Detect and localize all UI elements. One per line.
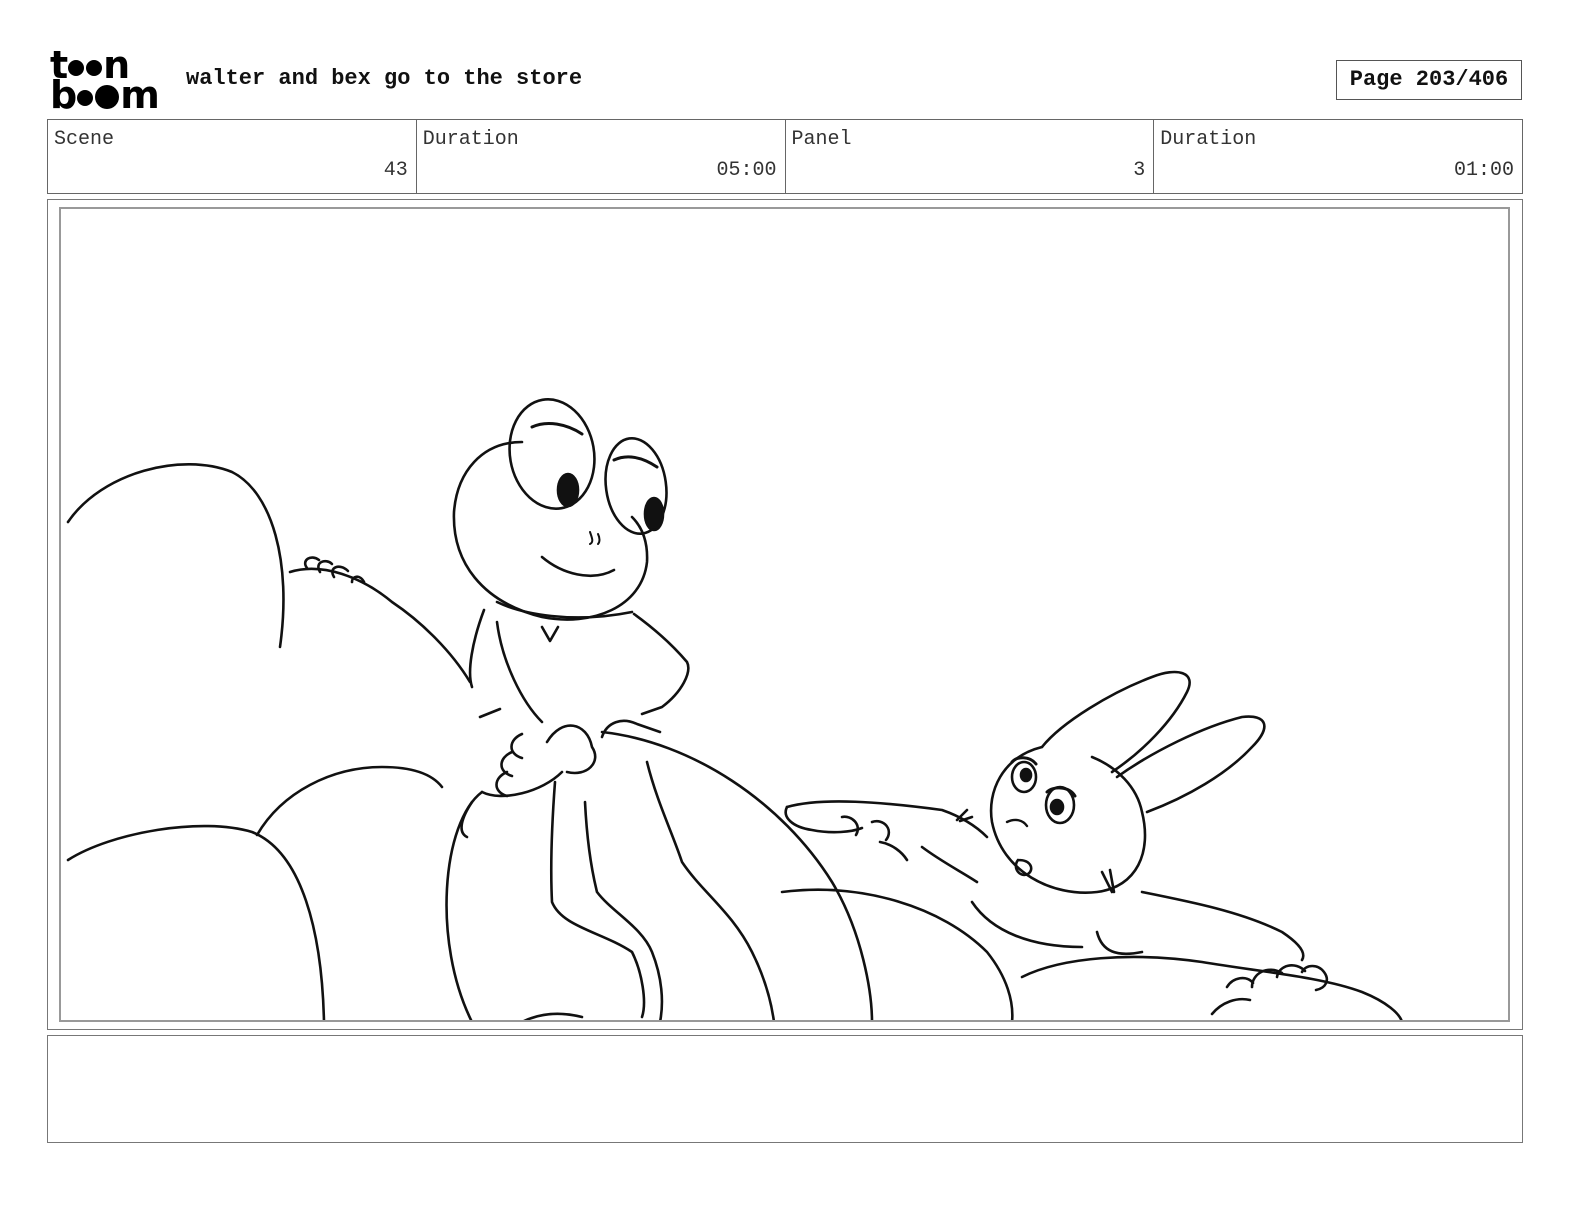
panel-value: 3	[1133, 159, 1146, 182]
storyboard-panel	[59, 207, 1510, 1022]
page-number: Page 203/406	[1336, 60, 1522, 100]
scene-duration-value: 05:00	[716, 159, 777, 182]
toonboom-logo: tn bm	[50, 43, 160, 117]
project-title: walter and bex go to the store	[186, 66, 583, 91]
scene-info-table: Scene 43 Duration 05:00 Panel 3 Duration…	[47, 119, 1523, 194]
cloud-shapes	[66, 463, 1403, 1020]
scene-duration-label: Duration	[422, 128, 519, 151]
panel-duration-label: Duration	[1160, 128, 1257, 151]
panel-label: Panel	[791, 128, 852, 151]
panel-duration-cell: Duration 01:00	[1154, 120, 1522, 193]
storyboard-sketch	[66, 398, 1403, 1020]
bex-character	[784, 670, 1329, 1016]
scene-label: Scene	[54, 128, 115, 151]
scene-cell: Scene 43	[48, 120, 417, 193]
panel-cell: Panel 3	[786, 120, 1155, 193]
panel-duration-value: 01:00	[1453, 159, 1514, 182]
walter-character	[452, 398, 776, 1020]
scene-duration-cell: Duration 05:00	[417, 120, 786, 193]
scene-value: 43	[383, 159, 408, 182]
panel-notes	[47, 1035, 1523, 1143]
